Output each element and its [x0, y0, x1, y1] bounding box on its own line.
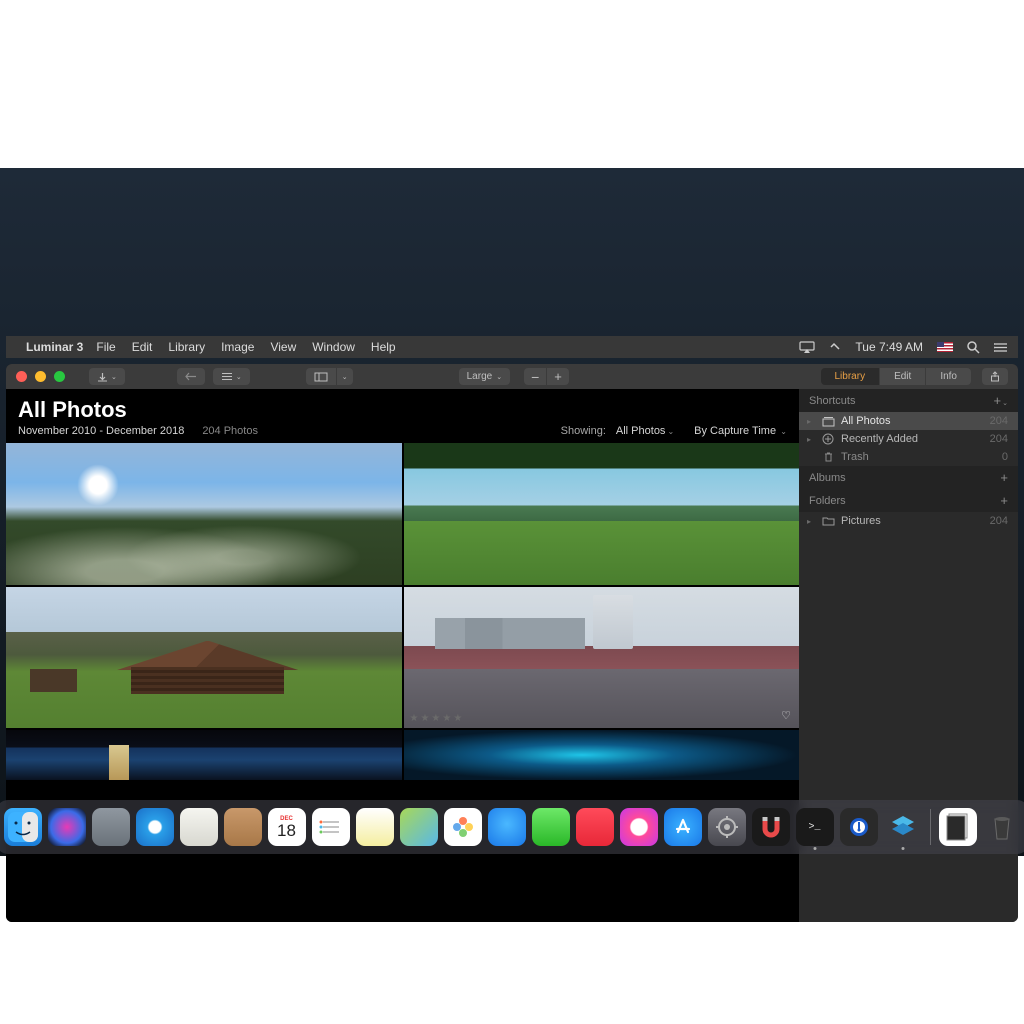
folder-icon	[821, 516, 835, 526]
dock-maps[interactable]	[400, 808, 438, 846]
rating-stars[interactable]: ★★★★★	[410, 713, 465, 724]
section-folders: Folders +	[799, 489, 1018, 512]
dock-reminders[interactable]	[312, 808, 350, 846]
chevron-right-icon: ▸	[807, 417, 815, 426]
list-button[interactable]: ⌄	[213, 368, 250, 385]
add-folder-button[interactable]: +	[1000, 493, 1008, 508]
page-title: All Photos	[18, 397, 787, 423]
clock[interactable]: Tue 7:49 AM	[855, 340, 923, 354]
dock-terminal[interactable]: >_	[796, 808, 834, 846]
photo-thumb[interactable]	[404, 443, 800, 585]
dock-magnet[interactable]	[752, 808, 790, 846]
photo-thumb[interactable]	[6, 730, 402, 780]
dock-preferences[interactable]	[708, 808, 746, 846]
dock-facetime[interactable]	[532, 808, 570, 846]
menu-edit[interactable]: Edit	[132, 340, 153, 354]
dock-finder[interactable]	[4, 808, 42, 846]
photo-thumb[interactable]	[6, 587, 402, 729]
menu-file[interactable]: File	[96, 340, 115, 354]
menu-icon[interactable]	[994, 342, 1008, 353]
menubar: Luminar 3 File Edit Library Image View W…	[6, 336, 1018, 358]
sidebar-toggle-chevron[interactable]: ⌄	[337, 368, 353, 385]
minimize-button[interactable]	[35, 371, 46, 382]
dock-launchpad[interactable]	[92, 808, 130, 846]
dock-itunes[interactable]	[620, 808, 658, 846]
dock-notes[interactable]	[356, 808, 394, 846]
sidebar-toggle-button[interactable]	[306, 368, 336, 385]
tab-library[interactable]: Library	[821, 368, 880, 385]
sidebar-item-trash[interactable]: Trash 0	[799, 448, 1018, 466]
close-button[interactable]	[16, 371, 27, 382]
recent-icon	[821, 433, 835, 445]
showing-label: Showing:	[561, 425, 606, 437]
dock: DEC18 >_	[0, 800, 1024, 854]
dock-mail[interactable]	[180, 808, 218, 846]
dock-messages[interactable]	[488, 808, 526, 846]
spotlight-icon[interactable]	[967, 341, 980, 354]
sidebar-item-all-photos[interactable]: ▸ All Photos 204	[799, 412, 1018, 430]
menu-library[interactable]: Library	[168, 340, 205, 354]
dock-siri[interactable]	[48, 808, 86, 846]
date-range: November 2010 - December 2018	[18, 425, 184, 437]
collection-icon	[821, 416, 835, 427]
zoom-in-button[interactable]: +	[547, 368, 569, 385]
photo-count: 204 Photos	[202, 425, 258, 437]
dock-calendar[interactable]: DEC18	[268, 808, 306, 846]
size-selector[interactable]: Large⌄	[459, 368, 510, 385]
add-album-button[interactable]: +	[1000, 470, 1008, 485]
dock-layers[interactable]	[884, 808, 922, 846]
menu-help[interactable]: Help	[371, 340, 396, 354]
airplay-icon[interactable]	[799, 341, 815, 353]
trash-icon	[821, 451, 835, 463]
dock-contacts[interactable]	[224, 808, 262, 846]
back-button[interactable]	[177, 368, 205, 385]
sort-filter[interactable]: By Capture Time ⌄	[694, 425, 787, 437]
zoom-button[interactable]	[54, 371, 65, 382]
section-shortcuts: Shortcuts +⌄	[799, 389, 1018, 412]
heart-icon[interactable]: ♡	[781, 709, 791, 722]
chevron-right-icon: ▸	[807, 517, 815, 526]
dock-appstore[interactable]	[664, 808, 702, 846]
dock-document[interactable]	[939, 808, 977, 846]
sidebar-item-pictures[interactable]: ▸ Pictures 204	[799, 512, 1018, 530]
sidebar-item-recently-added[interactable]: ▸ Recently Added 204	[799, 430, 1018, 448]
section-albums: Albums +	[799, 466, 1018, 489]
tab-edit[interactable]: Edit	[880, 368, 925, 385]
dock-news[interactable]	[576, 808, 614, 846]
titlebar: ⌄ ⌄ ⌄ Large⌄ − + Library Edit Info	[6, 364, 1018, 389]
menu-view[interactable]: View	[270, 340, 296, 354]
dock-onepassword[interactable]	[840, 808, 878, 846]
import-button[interactable]: ⌄	[89, 368, 125, 385]
showing-filter[interactable]: All Photos⌄	[616, 425, 674, 437]
status-icon[interactable]	[829, 341, 841, 353]
photo-thumb[interactable]	[6, 443, 402, 585]
flag-icon[interactable]	[937, 342, 953, 352]
dock-safari[interactable]	[136, 808, 174, 846]
menu-window[interactable]: Window	[312, 340, 355, 354]
menu-image[interactable]: Image	[221, 340, 254, 354]
photo-thumb[interactable]	[404, 730, 800, 780]
add-shortcut-button[interactable]: +⌄	[994, 393, 1008, 408]
photo-thumb[interactable]: ★★★★★ ♡	[404, 587, 800, 729]
zoom-out-button[interactable]: −	[524, 368, 546, 385]
dock-photos[interactable]	[444, 808, 482, 846]
app-name[interactable]: Luminar 3	[26, 340, 83, 354]
dock-trash[interactable]	[983, 808, 1021, 846]
tab-info[interactable]: Info	[926, 368, 971, 385]
chevron-right-icon: ▸	[807, 435, 815, 444]
share-button[interactable]	[982, 368, 1008, 385]
